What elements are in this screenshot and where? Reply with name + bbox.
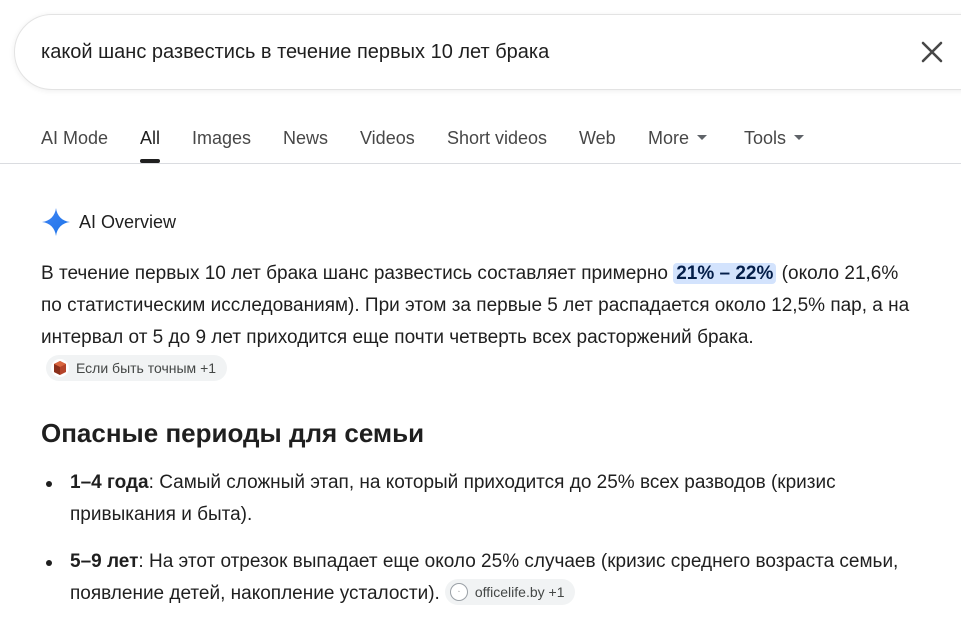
clear-search-button[interactable] bbox=[916, 36, 948, 68]
search-tabs: AI Mode All Images News Videos Short vid… bbox=[0, 118, 961, 164]
tab-tools-label: Tools bbox=[744, 128, 787, 148]
officelife-favicon-icon: ◦ bbox=[449, 582, 468, 601]
list-item-term: 1–4 года bbox=[70, 472, 149, 493]
ai-overview-text-start: В течение первых 10 лет брака шанс разве… bbox=[41, 263, 674, 284]
tab-more-label: More bbox=[648, 128, 690, 148]
source-chip-label: officelife.by +1 bbox=[474, 583, 565, 600]
ai-overview-header: AI Overview bbox=[41, 205, 176, 239]
bullet-list: 1–4 года: Самый сложный этап, на который… bbox=[46, 467, 940, 625]
chevron-down-icon bbox=[697, 134, 708, 140]
sparkle-icon bbox=[42, 208, 70, 236]
tab-images[interactable]: Images bbox=[192, 128, 251, 149]
source-chip[interactable]: ◦ officelife.by +1 bbox=[444, 578, 576, 605]
tab-ai-mode[interactable]: AI Mode bbox=[41, 128, 108, 149]
tab-videos[interactable]: Videos bbox=[360, 128, 415, 149]
tab-tools[interactable]: Tools bbox=[744, 128, 805, 149]
highlighted-answer: 21% – 22% bbox=[673, 263, 777, 284]
tab-all[interactable]: All bbox=[140, 128, 160, 149]
source-chip[interactable]: Если быть точным +1 bbox=[46, 354, 228, 381]
ai-overview-text: В течение первых 10 лет брака шанс разве… bbox=[41, 258, 921, 386]
source-chip-label: Если быть точным +1 bbox=[76, 359, 217, 376]
list-item: 5–9 лет: На этот отрезок выпадает еще ок… bbox=[46, 546, 940, 610]
active-tab-indicator bbox=[140, 159, 160, 163]
tab-short-videos[interactable]: Short videos bbox=[447, 128, 547, 149]
ai-overview-label: AI Overview bbox=[79, 211, 177, 232]
source-favicon-icon bbox=[51, 358, 69, 377]
search-input[interactable]: какой шанс развестись в течение первых 1… bbox=[41, 41, 549, 64]
list-item-text: : Самый сложный этап, на который приходи… bbox=[70, 472, 836, 525]
chevron-down-icon bbox=[794, 134, 805, 140]
section-title: Опасные периоды для семьи bbox=[41, 418, 425, 448]
list-item: 1–4 года: Самый сложный этап, на который… bbox=[46, 467, 940, 531]
tab-news[interactable]: News bbox=[283, 128, 328, 149]
close-icon bbox=[921, 41, 943, 63]
list-item-term: 5–9 лет bbox=[70, 551, 139, 572]
tab-web[interactable]: Web bbox=[579, 128, 616, 149]
tab-more[interactable]: More bbox=[648, 128, 708, 149]
